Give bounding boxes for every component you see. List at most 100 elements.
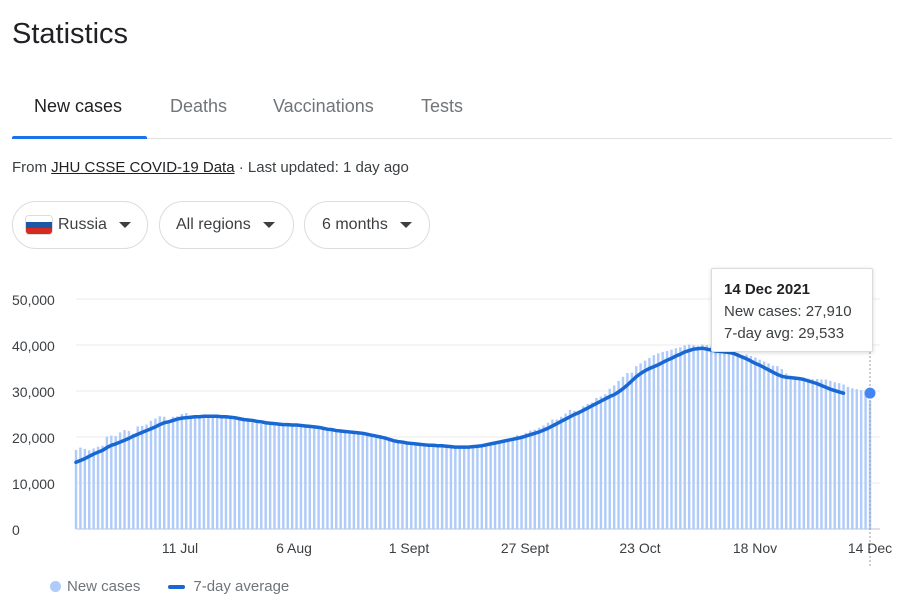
new-cases-bar[interactable]: [163, 416, 166, 529]
new-cases-bar[interactable]: [820, 379, 823, 530]
new-cases-bar[interactable]: [560, 416, 563, 529]
new-cases-bar[interactable]: [798, 377, 801, 529]
new-cases-bar[interactable]: [445, 447, 448, 529]
new-cases-bar[interactable]: [462, 448, 466, 529]
new-cases-bar[interactable]: [665, 350, 669, 529]
new-cases-bar[interactable]: [255, 423, 259, 529]
new-cases-bar[interactable]: [348, 432, 351, 529]
new-cases-bar[interactable]: [864, 391, 867, 529]
new-cases-bar[interactable]: [617, 380, 620, 529]
new-cases-bar[interactable]: [136, 426, 139, 529]
new-cases-bar[interactable]: [312, 427, 316, 529]
new-cases-bar[interactable]: [537, 427, 541, 529]
new-cases-bar[interactable]: [674, 348, 678, 529]
new-cases-bar[interactable]: [370, 436, 373, 529]
new-cases-bar[interactable]: [807, 378, 810, 529]
new-cases-bar[interactable]: [568, 409, 572, 529]
new-cases-bar[interactable]: [233, 417, 237, 529]
new-cases-bar[interactable]: [533, 429, 536, 529]
new-cases-bar[interactable]: [471, 445, 475, 529]
new-cases-bar[interactable]: [599, 396, 603, 529]
new-cases-bar[interactable]: [352, 432, 356, 529]
new-cases-bar[interactable]: [749, 356, 753, 529]
new-cases-bar[interactable]: [176, 416, 179, 529]
new-cases-bar[interactable]: [762, 361, 766, 529]
new-cases-bar[interactable]: [215, 416, 219, 529]
new-cases-bar[interactable]: [365, 436, 369, 529]
new-cases-bar[interactable]: [683, 345, 686, 529]
new-cases-bar[interactable]: [604, 394, 607, 529]
new-cases-bar[interactable]: [815, 379, 819, 529]
new-cases-bar[interactable]: [829, 380, 832, 529]
new-cases-bar[interactable]: [454, 448, 457, 529]
new-cases-bar[interactable]: [736, 352, 739, 529]
new-cases-bar[interactable]: [648, 357, 651, 529]
new-cases-bar[interactable]: [418, 445, 422, 529]
new-cases-bar[interactable]: [639, 363, 642, 529]
new-cases-bar[interactable]: [811, 379, 814, 529]
new-cases-bar[interactable]: [317, 428, 320, 529]
new-cases-bar[interactable]: [207, 417, 210, 529]
new-cases-bar[interactable]: [573, 410, 576, 529]
new-cases-bar[interactable]: [502, 441, 506, 529]
new-cases-bar[interactable]: [802, 377, 806, 529]
new-cases-bar[interactable]: [767, 363, 770, 529]
new-cases-bar[interactable]: [833, 382, 836, 529]
new-cases-bar[interactable]: [282, 425, 285, 530]
new-cases-bar[interactable]: [123, 430, 126, 529]
new-cases-bar[interactable]: [732, 352, 735, 529]
new-cases-bar[interactable]: [520, 435, 523, 529]
new-cases-bar[interactable]: [546, 422, 550, 529]
new-cases-bar[interactable]: [595, 397, 598, 529]
new-cases-bar[interactable]: [211, 417, 214, 529]
new-cases-bar[interactable]: [105, 436, 109, 529]
new-cases-bar[interactable]: [661, 351, 664, 529]
new-cases-bar[interactable]: [198, 414, 201, 529]
new-cases-bar[interactable]: [718, 348, 722, 529]
new-cases-bar[interactable]: [493, 443, 497, 529]
new-cases-bar[interactable]: [776, 366, 779, 529]
new-cases-bar[interactable]: [564, 413, 567, 529]
new-cases-bar[interactable]: [771, 365, 775, 529]
new-cases-bar[interactable]: [392, 442, 395, 529]
new-cases-bar[interactable]: [238, 419, 241, 529]
new-cases-bar[interactable]: [335, 431, 338, 529]
new-cases-bar[interactable]: [308, 426, 312, 529]
new-cases-bar[interactable]: [220, 417, 223, 529]
new-cases-bar[interactable]: [432, 446, 435, 529]
new-cases-bar[interactable]: [154, 418, 157, 529]
new-cases-bar[interactable]: [321, 428, 325, 529]
new-cases-bar[interactable]: [793, 376, 797, 529]
new-cases-bar[interactable]: [754, 357, 757, 529]
new-cases-bar[interactable]: [436, 446, 439, 529]
new-cases-bar[interactable]: [171, 416, 175, 529]
new-cases-bar[interactable]: [714, 347, 717, 529]
new-cases-bar[interactable]: [149, 420, 153, 529]
new-cases-bar[interactable]: [449, 448, 453, 529]
new-cases-bar[interactable]: [498, 441, 501, 529]
new-cases-bar[interactable]: [723, 350, 726, 529]
new-cases-bar[interactable]: [387, 440, 391, 529]
new-cases-bar[interactable]: [511, 437, 514, 529]
new-cases-bar[interactable]: [467, 446, 470, 529]
new-cases-bar[interactable]: [88, 450, 91, 529]
new-cases-bar[interactable]: [851, 388, 854, 529]
new-cases-bar[interactable]: [423, 446, 426, 529]
new-cases-bar[interactable]: [167, 420, 170, 529]
new-cases-bar[interactable]: [652, 355, 656, 529]
new-cases-bar[interactable]: [555, 419, 559, 529]
new-cases-bar[interactable]: [229, 416, 232, 529]
new-cases-bar[interactable]: [92, 448, 95, 530]
new-cases-bar[interactable]: [290, 425, 294, 530]
new-cases-bar[interactable]: [304, 427, 307, 529]
new-cases-bar[interactable]: [758, 359, 761, 529]
new-cases-bar[interactable]: [414, 444, 417, 529]
new-cases-bar[interactable]: [251, 422, 254, 529]
new-cases-bar[interactable]: [582, 406, 585, 529]
new-cases-bar[interactable]: [780, 368, 783, 529]
new-cases-bar[interactable]: [330, 429, 334, 529]
new-cases-bar[interactable]: [612, 385, 616, 529]
new-cases-bar[interactable]: [679, 347, 682, 529]
new-cases-bar[interactable]: [110, 435, 113, 529]
new-cases-bar[interactable]: [608, 388, 611, 529]
